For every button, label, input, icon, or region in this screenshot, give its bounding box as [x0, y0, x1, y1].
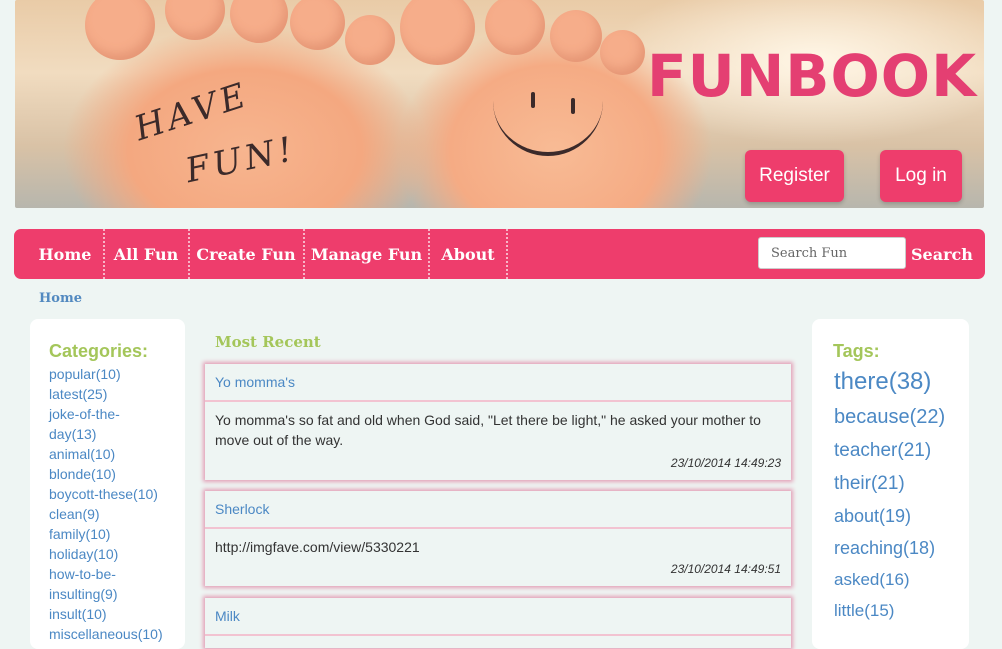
category-link[interactable]: popular(10)	[49, 364, 179, 384]
category-link[interactable]: holiday(10)	[49, 544, 179, 564]
tags-title: Tags:	[833, 341, 880, 361]
tag-link[interactable]: because(22)	[834, 400, 945, 434]
post-date: 23/10/2014 14:49:51	[670, 562, 781, 576]
post-text: Yo momma's so fat and old when God said,…	[215, 412, 761, 448]
breadcrumb[interactable]: Home	[39, 291, 82, 306]
toe-shape	[600, 30, 645, 75]
categories-panel: Categories: popular(10) latest(25) joke-…	[30, 319, 185, 649]
category-link[interactable]: clean(9)	[49, 504, 179, 524]
category-link[interactable]: miscellaneous(10)	[49, 624, 179, 644]
register-button[interactable]: Register	[745, 150, 844, 202]
post-card: Yo momma's Yo momma's so fat and old whe…	[205, 364, 791, 480]
category-link[interactable]: boycott-these(10)	[49, 484, 179, 504]
toe-shape	[85, 0, 155, 60]
tag-link[interactable]: teacher(21)	[834, 434, 945, 467]
category-link[interactable]: latest(25)	[49, 384, 179, 404]
category-link[interactable]: family(10)	[49, 524, 179, 544]
sole-text-have: HAVE	[129, 74, 255, 150]
tag-link[interactable]: their(21)	[834, 467, 945, 500]
toe-shape	[485, 0, 545, 55]
toe-shape	[345, 15, 395, 65]
toe-shape	[165, 0, 225, 40]
nav-all-fun[interactable]: All Fun	[105, 229, 187, 279]
post-text: http://imgfave.com/view/5330221	[215, 539, 420, 555]
post-title[interactable]: Sherlock	[205, 491, 791, 529]
tag-list: there(38) because(22) teacher(21) their(…	[834, 364, 945, 626]
toe-shape	[230, 0, 288, 43]
category-link[interactable]: blonde(10)	[49, 464, 179, 484]
nav-separator	[506, 229, 508, 279]
tag-link[interactable]: about(19)	[834, 500, 945, 532]
search-input[interactable]	[758, 237, 906, 269]
category-link[interactable]: how-to-be-insulting(9)	[49, 564, 129, 604]
post-title[interactable]: Yo momma's	[205, 364, 791, 402]
post-date: 23/10/2014 14:49:23	[670, 456, 781, 470]
nav-manage-fun[interactable]: Manage Fun	[305, 229, 428, 279]
search-button[interactable]: Search	[911, 229, 973, 279]
category-list: popular(10) latest(25) joke-of-the-day(1…	[49, 364, 179, 644]
nav-create-fun[interactable]: Create Fun	[190, 229, 302, 279]
category-link[interactable]: insult(10)	[49, 604, 179, 624]
tag-link[interactable]: there(38)	[834, 364, 945, 400]
toe-shape	[400, 0, 475, 65]
smiley-mouth	[493, 100, 603, 156]
nav-about[interactable]: About	[430, 229, 506, 279]
sole-text-fun: FUN!	[182, 128, 300, 192]
tag-link[interactable]: little(15)	[834, 595, 945, 626]
header-banner: HAVE FUN! FUNBOOK Register Log in	[15, 0, 984, 208]
category-link[interactable]: animal(10)	[49, 444, 179, 464]
toe-shape	[290, 0, 345, 50]
category-link[interactable]: joke-of-the-day(13)	[49, 404, 129, 444]
login-button[interactable]: Log in	[880, 150, 962, 202]
tags-panel: Tags: there(38) because(22) teacher(21) …	[812, 319, 969, 649]
post-card: Sherlock http://imgfave.com/view/5330221…	[205, 491, 791, 586]
main-nav: Home All Fun Create Fun Manage Fun About…	[14, 229, 985, 279]
section-title: Most Recent	[215, 333, 321, 351]
tag-link[interactable]: reaching(18)	[834, 532, 945, 564]
nav-home[interactable]: Home	[28, 229, 102, 279]
site-logo[interactable]: FUNBOOK	[647, 42, 977, 110]
post-body: Yo momma's so fat and old when God said,…	[205, 402, 791, 488]
toe-shape	[550, 10, 602, 62]
post-body: http://imgfave.com/view/5330221 23/10/20…	[205, 529, 791, 594]
tag-link[interactable]: asked(16)	[834, 564, 945, 595]
post-title[interactable]: Milk	[205, 598, 791, 636]
categories-title: Categories:	[49, 341, 149, 361]
